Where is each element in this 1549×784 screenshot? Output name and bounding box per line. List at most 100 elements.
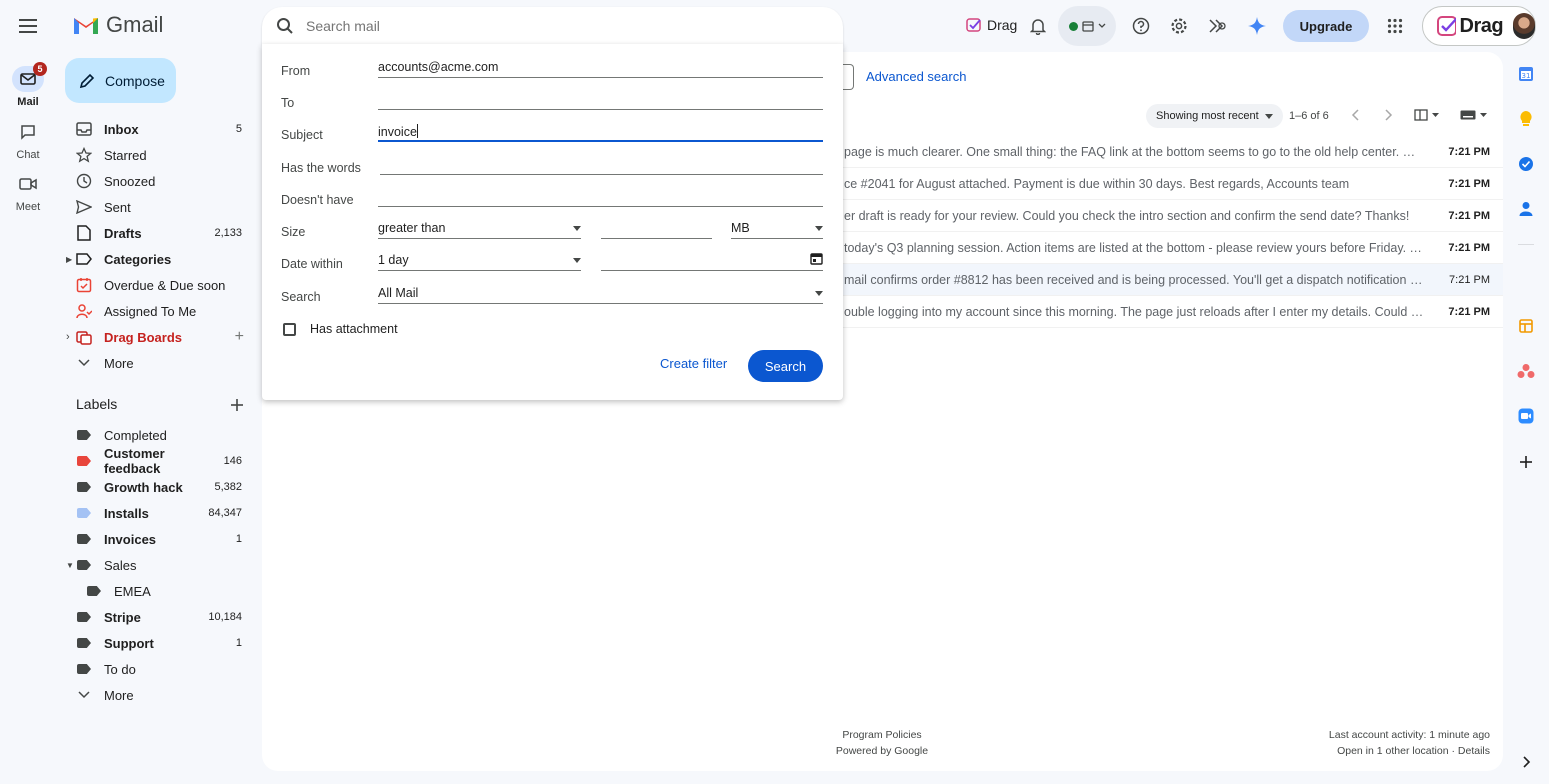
label-tag-icon (77, 508, 91, 518)
label-item-invoices[interactable]: Invoices 1 (64, 526, 256, 552)
dropdown-arrow-icon (815, 291, 823, 296)
program-policies-link[interactable]: Program Policies (820, 727, 944, 743)
sidebar-item-drafts[interactable]: Drafts 2,133 (64, 220, 256, 246)
subject-field[interactable]: invoice (378, 120, 823, 142)
contacts-addon[interactable] (1510, 197, 1542, 221)
label-outline-icon (76, 253, 92, 265)
label-item-growth-hack[interactable]: Growth hack 5,382 (64, 474, 256, 500)
gmail-logo[interactable]: Gmail (72, 12, 163, 38)
size-unit-value: MB (731, 221, 750, 235)
input-tools-toggle[interactable] (1460, 110, 1487, 120)
main-menu-button[interactable] (14, 14, 42, 38)
label-name: Support (104, 635, 154, 651)
email-time: 7:21 PM (1448, 209, 1490, 222)
pencil-icon (79, 73, 95, 88)
date-within-select[interactable]: 1 day (378, 249, 581, 271)
split-pane-toggle[interactable] (1414, 109, 1439, 121)
sidebar-item-categories[interactable]: ▶ Categories (64, 246, 256, 272)
calendar-addon[interactable]: 31 (1510, 62, 1542, 86)
prev-page-button[interactable] (1349, 108, 1363, 122)
sidebar-item-overdue[interactable]: Overdue & Due soon (64, 272, 256, 298)
dropdown-arrow-icon (573, 226, 581, 231)
drag-board-addon[interactable] (1510, 314, 1542, 338)
rail-chat[interactable]: Chat (0, 119, 56, 161)
add-board-icon[interactable]: + (235, 328, 244, 346)
has-words-field[interactable] (380, 153, 823, 175)
asana-addon[interactable] (1510, 359, 1542, 383)
upgrade-button[interactable]: Upgrade (1283, 10, 1369, 42)
sort-dropdown[interactable]: Showing most recent (1146, 104, 1283, 128)
labels-more[interactable]: More (64, 682, 256, 708)
other-location-details-link[interactable]: Open in 1 other location · Details (1300, 743, 1490, 759)
search-input[interactable] (306, 18, 786, 34)
shortcuts-button[interactable] (1204, 13, 1230, 39)
label-item-to-do[interactable]: To do (64, 656, 256, 682)
status-selector[interactable] (1058, 6, 1116, 46)
email-snippet: ouble logging into my account since this… (844, 304, 1424, 319)
label-tag-icon (87, 586, 101, 596)
label-item-customer-feedback[interactable]: Customer feedback 146 (64, 446, 256, 476)
sidebar-item-label: More (104, 355, 134, 371)
email-time: 7:21 PM (1448, 177, 1490, 190)
help-button[interactable] (1128, 13, 1154, 39)
tasks-addon[interactable] (1510, 152, 1542, 176)
sidebar-item-more[interactable]: More (64, 350, 256, 376)
label-item-stripe[interactable]: Stripe 10,184 (64, 604, 256, 630)
sidebar-item-starred[interactable]: Starred (64, 142, 256, 168)
create-filter-button[interactable]: Create filter (660, 356, 727, 371)
label-name: To do (104, 661, 136, 677)
date-field[interactable] (601, 249, 823, 271)
label-item-completed[interactable]: Completed (64, 422, 256, 448)
sidebar-item-sent[interactable]: Sent (64, 194, 256, 220)
sidebar-item-assigned[interactable]: Assigned To Me (64, 298, 256, 324)
add-label-button[interactable] (228, 396, 246, 414)
size-operator-value: greater than (378, 221, 446, 235)
label-name: Completed (104, 427, 167, 443)
sidebar-item-snoozed[interactable]: Snoozed (64, 168, 256, 194)
size-unit-select[interactable]: MB (731, 217, 823, 239)
chevron-right-icon[interactable]: › (66, 331, 70, 343)
gemini-button[interactable] (1244, 13, 1270, 39)
keep-addon[interactable] (1510, 107, 1542, 131)
search-scope-select[interactable]: All Mail (378, 282, 823, 304)
apps-grid-icon (1387, 18, 1403, 34)
get-addons-button[interactable] (1510, 450, 1542, 474)
to-field[interactable] (378, 88, 823, 110)
from-field[interactable]: accounts@acme.com (378, 56, 823, 78)
rail-mail[interactable]: 5 Mail (0, 62, 56, 108)
drag-button[interactable]: Drag (958, 12, 1025, 38)
label-item-sales[interactable]: ▼ Sales (64, 552, 256, 578)
doesnt-have-field[interactable] (378, 185, 823, 207)
has-attachment-checkbox[interactable] (283, 323, 296, 336)
account-brand-label: Drag (1459, 14, 1504, 37)
sort-label: Showing most recent (1156, 110, 1259, 122)
size-operator-select[interactable]: greater than (378, 217, 581, 239)
sidebar-item-drag-boards[interactable]: › Drag Boards + (64, 324, 256, 350)
account-button[interactable]: Drag (1422, 6, 1536, 46)
label-item-support[interactable]: Support 1 (64, 630, 256, 656)
compose-button[interactable]: Compose (65, 58, 176, 103)
advanced-search-link[interactable]: Advanced search (866, 69, 966, 84)
rail-meet[interactable]: Meet (0, 171, 56, 213)
mail-unread-badge: 5 (33, 62, 47, 76)
search-button[interactable]: Search (748, 350, 823, 382)
label-name: Invoices (104, 531, 157, 547)
label-tag-icon (77, 560, 91, 570)
label-item-emea[interactable]: EMEA (64, 578, 256, 604)
collapse-triangle-icon[interactable]: ▼ (66, 561, 74, 570)
notifications-button[interactable] (1025, 13, 1051, 39)
label-count: 5,382 (214, 481, 242, 493)
sidebar-item-inbox[interactable]: Inbox 5 (64, 116, 256, 142)
search-icon[interactable] (276, 17, 294, 35)
expand-side-panel-button[interactable] (1510, 750, 1542, 774)
expand-triangle-icon[interactable]: ▶ (66, 255, 72, 264)
next-page-button[interactable] (1381, 108, 1395, 122)
zoom-addon[interactable] (1510, 404, 1542, 428)
text-cursor (416, 124, 418, 138)
apps-button[interactable] (1382, 13, 1408, 39)
label-item-installs[interactable]: Installs 84,347 (64, 500, 256, 526)
settings-button[interactable] (1166, 13, 1192, 39)
chevron-left-icon (1351, 109, 1359, 121)
size-value-field[interactable] (601, 217, 712, 239)
calendar-icon[interactable] (810, 252, 823, 265)
